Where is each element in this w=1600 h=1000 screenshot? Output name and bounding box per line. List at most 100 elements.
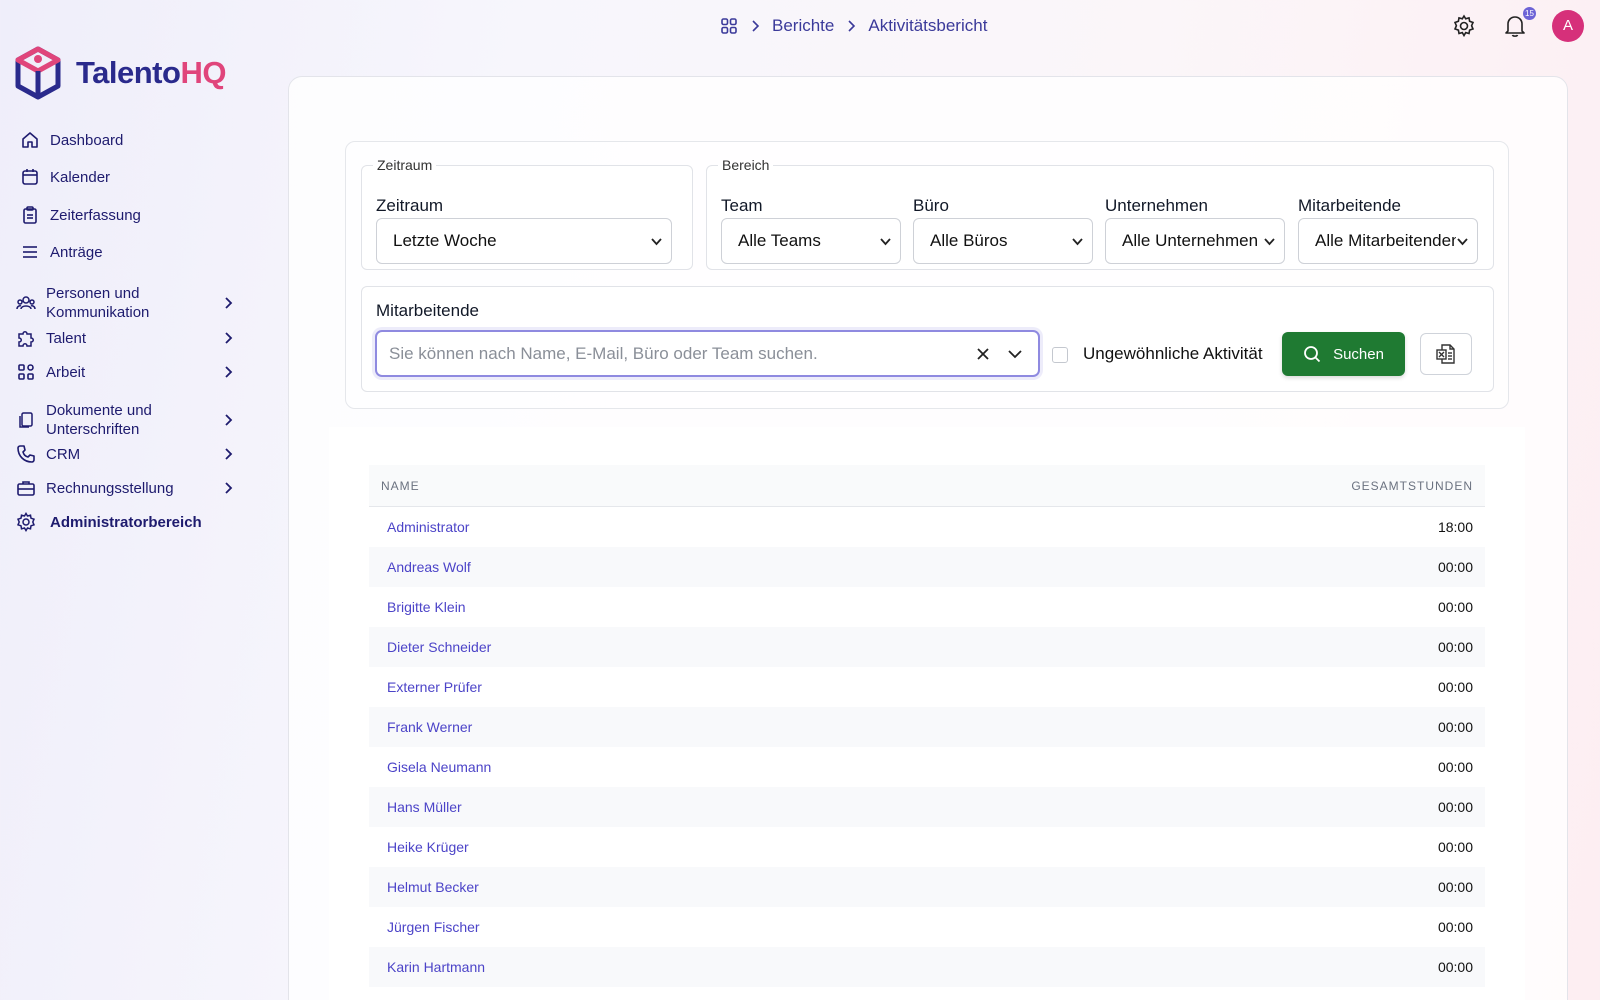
buero-select-value: Alle Büros bbox=[930, 231, 1008, 250]
notifications-button[interactable]: 15 bbox=[1502, 7, 1536, 39]
logo[interactable]: TalentoHQ bbox=[14, 46, 226, 100]
unternehmen-field: Unternehmen Alle Unternehmen bbox=[1105, 196, 1285, 264]
chevron-right-icon bbox=[848, 20, 856, 32]
phone-icon bbox=[17, 445, 35, 463]
employee-link[interactable]: Hans Müller bbox=[387, 799, 462, 815]
clear-icon[interactable] bbox=[974, 345, 992, 363]
sidebar-item-kalender[interactable]: Kalender bbox=[20, 167, 110, 187]
excel-icon bbox=[1436, 344, 1455, 364]
total-hours: 00:00 bbox=[1437, 559, 1473, 575]
total-hours: 00:00 bbox=[1437, 719, 1473, 735]
unternehmen-select[interactable]: Alle Unternehmen bbox=[1105, 218, 1285, 264]
zeitraum-select-value: Letzte Woche bbox=[393, 231, 497, 250]
table-row: Gisela Neumann 00:00 bbox=[369, 747, 1485, 787]
mitarbeitende-field: Mitarbeitende Alle Mitarbeitenden bbox=[1298, 196, 1478, 264]
logo-text: TalentoHQ bbox=[76, 55, 226, 91]
zeitraum-legend: Zeitraum bbox=[377, 157, 433, 173]
team-select-value: Alle Teams bbox=[738, 231, 821, 250]
employee-search-input[interactable] bbox=[389, 343, 974, 364]
chevron-down-icon bbox=[1264, 237, 1275, 245]
documents-icon bbox=[19, 412, 33, 428]
header-actions: 15 A bbox=[1452, 7, 1584, 42]
sidebar-item-dokumente[interactable]: Dokumente und Unterschriften bbox=[16, 401, 246, 439]
sidebar-item-administratorbereich[interactable]: Administratorbereich bbox=[16, 512, 202, 532]
buero-label: Büro bbox=[913, 196, 949, 215]
chevron-right-icon bbox=[225, 297, 233, 309]
total-hours: 00:00 bbox=[1437, 919, 1473, 935]
mitarbeitende-select[interactable]: Alle Mitarbeitenden bbox=[1298, 218, 1478, 264]
logo-text-part1: Talento bbox=[76, 55, 181, 90]
sidebar-item-rechnungsstellung[interactable]: Rechnungsstellung bbox=[16, 478, 246, 498]
sidebar-item-arbeit[interactable]: Arbeit bbox=[16, 362, 246, 382]
table-row: Brigitte Klein 00:00 bbox=[369, 587, 1485, 627]
avatar[interactable]: A bbox=[1552, 10, 1584, 42]
employee-search-combobox[interactable] bbox=[375, 330, 1040, 377]
employee-link[interactable]: Karin Hartmann bbox=[387, 959, 485, 975]
total-hours: 00:00 bbox=[1437, 599, 1473, 615]
search-button[interactable]: Suchen bbox=[1282, 332, 1405, 376]
chevron-down-icon bbox=[651, 237, 662, 245]
employee-link[interactable]: Externer Prüfer bbox=[387, 679, 482, 695]
team-field: Team Alle Teams bbox=[721, 196, 901, 264]
column-header-name[interactable]: NAME bbox=[381, 479, 420, 493]
export-excel-button[interactable] bbox=[1420, 333, 1472, 375]
breadcrumb-item[interactable]: Berichte bbox=[772, 16, 834, 36]
employee-link[interactable]: Dieter Schneider bbox=[387, 639, 491, 655]
sidebar: TalentoHQ Dashboard Kalender Zeiterfassu… bbox=[0, 0, 260, 1000]
chevron-down-icon[interactable] bbox=[1006, 345, 1024, 363]
zeitraum-select[interactable]: Letzte Woche bbox=[376, 218, 672, 264]
table-row: Frank Werner 00:00 bbox=[369, 707, 1485, 747]
sidebar-item-crm[interactable]: CRM bbox=[16, 444, 246, 464]
main-panel: Zeitraum Zeitraum Letzte Woche Bereich T… bbox=[288, 76, 1568, 1000]
sidebar-item-dashboard[interactable]: Dashboard bbox=[20, 130, 123, 150]
employee-link[interactable]: Andreas Wolf bbox=[387, 559, 471, 575]
employee-link[interactable]: Gisela Neumann bbox=[387, 759, 491, 775]
logo-cube-icon bbox=[15, 46, 61, 100]
sidebar-item-label: Anträge bbox=[50, 243, 103, 261]
puzzle-icon bbox=[18, 331, 34, 347]
total-hours: 00:00 bbox=[1437, 639, 1473, 655]
clipboard-icon bbox=[23, 206, 37, 224]
unusual-activity-checkbox[interactable] bbox=[1052, 347, 1068, 363]
breadcrumb-current: Aktivitätsbericht bbox=[868, 16, 988, 35]
sidebar-item-antraege[interactable]: Anträge bbox=[20, 242, 103, 262]
sidebar-item-label: Talent bbox=[46, 329, 87, 347]
sidebar-item-label: Personen und Kommunikation bbox=[46, 285, 150, 321]
sidebar-item-label: Kalender bbox=[50, 168, 111, 186]
sidebar-item-personen[interactable]: Personen und Kommunikation bbox=[16, 284, 246, 322]
chevron-right-icon bbox=[225, 366, 233, 378]
total-hours: 00:00 bbox=[1437, 879, 1473, 895]
column-header-hours[interactable]: GESAMTSTUNDEN bbox=[1351, 479, 1473, 493]
employee-link[interactable]: Heike Krüger bbox=[387, 839, 469, 855]
sidebar-item-zeiterfassung[interactable]: Zeiterfassung bbox=[20, 205, 141, 225]
table-row: Helmut Becker 00:00 bbox=[369, 867, 1485, 907]
chevron-down-icon bbox=[1072, 237, 1083, 245]
unusual-activity-label[interactable]: Ungewöhnliche Aktivität bbox=[1083, 344, 1263, 364]
filter-box: Zeitraum Zeitraum Letzte Woche Bereich T… bbox=[345, 141, 1509, 409]
unternehmen-select-value: Alle Unternehmen bbox=[1122, 231, 1259, 250]
sidebar-item-label: Zeiterfassung bbox=[50, 206, 141, 224]
employee-link[interactable]: Administrator bbox=[387, 519, 469, 535]
mitarbeitende-select-value: Alle Mitarbeitenden bbox=[1315, 231, 1456, 250]
notification-badge: 15 bbox=[1523, 7, 1536, 20]
team-select[interactable]: Alle Teams bbox=[721, 218, 901, 264]
employee-link[interactable]: Frank Werner bbox=[387, 719, 472, 735]
zeitraum-field: Zeitraum Letzte Woche bbox=[376, 196, 672, 264]
total-hours: 00:00 bbox=[1437, 679, 1473, 695]
chevron-right-icon bbox=[225, 448, 233, 460]
chevron-right-icon bbox=[752, 20, 760, 32]
buero-select[interactable]: Alle Büros bbox=[913, 218, 1093, 264]
mitarbeitende-label: Mitarbeitende bbox=[1298, 196, 1402, 215]
employee-link[interactable]: Jürgen Fischer bbox=[387, 919, 480, 935]
home-icon bbox=[22, 132, 38, 148]
people-icon bbox=[16, 296, 36, 310]
settings-gear-icon[interactable] bbox=[1452, 14, 1476, 38]
bereich-legend: Bereich bbox=[722, 157, 770, 173]
sidebar-item-talent[interactable]: Talent bbox=[16, 328, 246, 348]
employee-link[interactable]: Brigitte Klein bbox=[387, 599, 466, 615]
chevron-down-icon bbox=[1457, 237, 1468, 245]
grid-icon[interactable] bbox=[720, 17, 738, 35]
employee-link[interactable]: Helmut Becker bbox=[387, 879, 479, 895]
zeitraum-label: Zeitraum bbox=[376, 196, 444, 215]
table-body: Administrator 18:00 Andreas Wolf 00:00 Bri… bbox=[369, 507, 1485, 987]
